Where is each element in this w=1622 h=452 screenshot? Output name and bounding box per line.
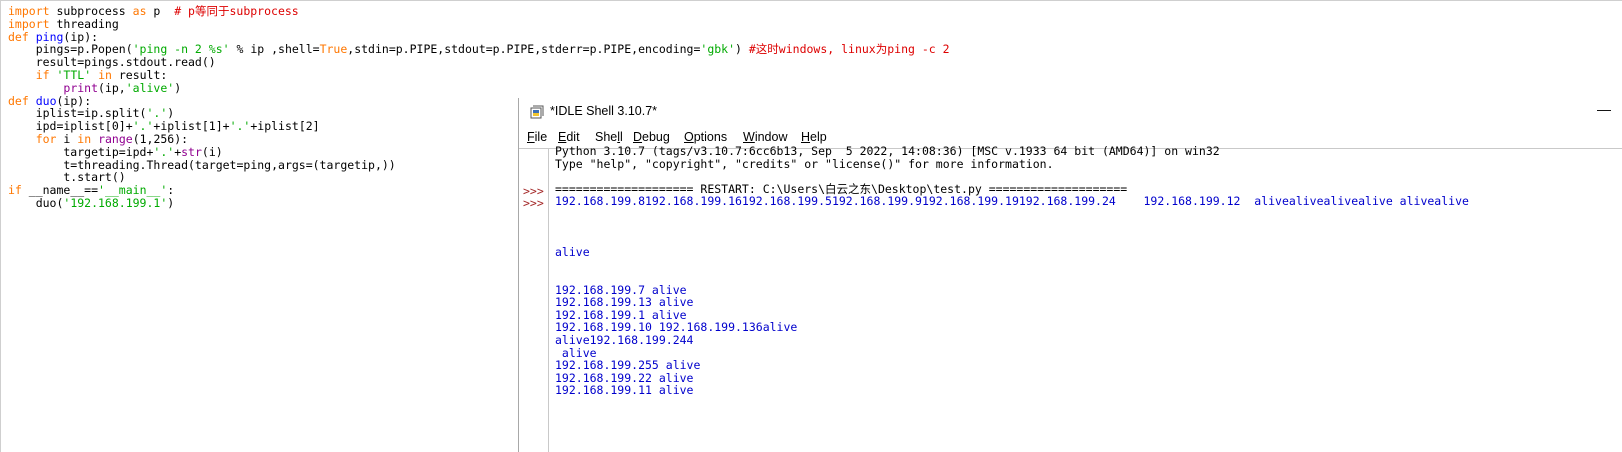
code-line: print(ip,'alive') bbox=[63, 80, 182, 95]
shell-output-line: alive bbox=[555, 244, 590, 259]
shell-output-line bbox=[555, 258, 1469, 271]
code-line: import threading bbox=[8, 16, 119, 31]
minimize-button[interactable]: — bbox=[1594, 100, 1614, 120]
idle-shell-window[interactable]: *IDLE Shell 3.10.7* — File Edit Shell Debug… bbox=[518, 98, 1622, 452]
python-idle-icon bbox=[530, 105, 544, 119]
shell-output-line bbox=[555, 170, 1469, 183]
shell-titlebar[interactable]: *IDLE Shell 3.10.7* — bbox=[519, 98, 1622, 126]
shell-output-line: 192.168.199.13 alive bbox=[555, 295, 694, 310]
prompt-gutter: >>> >>> bbox=[519, 149, 549, 452]
code-line: import subprocess as p # p等同于subprocess bbox=[8, 4, 299, 18]
shell-output-line: 192.168.199.11 alive bbox=[555, 383, 694, 398]
shell-output-line: alive192.168.199.244 bbox=[555, 332, 694, 347]
shell-text[interactable]: Python 3.10.7 (tags/v3.10.7:6cc6b13, Sep… bbox=[555, 145, 1469, 397]
shell-output-line bbox=[555, 208, 1469, 221]
shell-output-line: Python 3.10.7 (tags/v3.10.7:6cc6b13, Sep… bbox=[555, 144, 1220, 158]
menu-file[interactable]: File bbox=[527, 127, 547, 147]
shell-output-area[interactable]: >>> >>> Python 3.10.7 (tags/v3.10.7:6cc6b… bbox=[519, 145, 1622, 452]
shell-output-line bbox=[555, 271, 1469, 284]
shell-output-line: Type "help", "copyright", "credits" or "… bbox=[555, 156, 1054, 171]
shell-title: *IDLE Shell 3.10.7* bbox=[550, 104, 658, 118]
shell-output-line bbox=[555, 233, 1469, 246]
shell-output-line bbox=[555, 221, 1469, 234]
shell-prompt: >>> bbox=[523, 196, 544, 211]
shell-output-line: 192.168.199.8192.168.199.16192.168.199.5… bbox=[555, 194, 1469, 209]
shell-output-line: 192.168.199.255 alive bbox=[555, 358, 701, 373]
